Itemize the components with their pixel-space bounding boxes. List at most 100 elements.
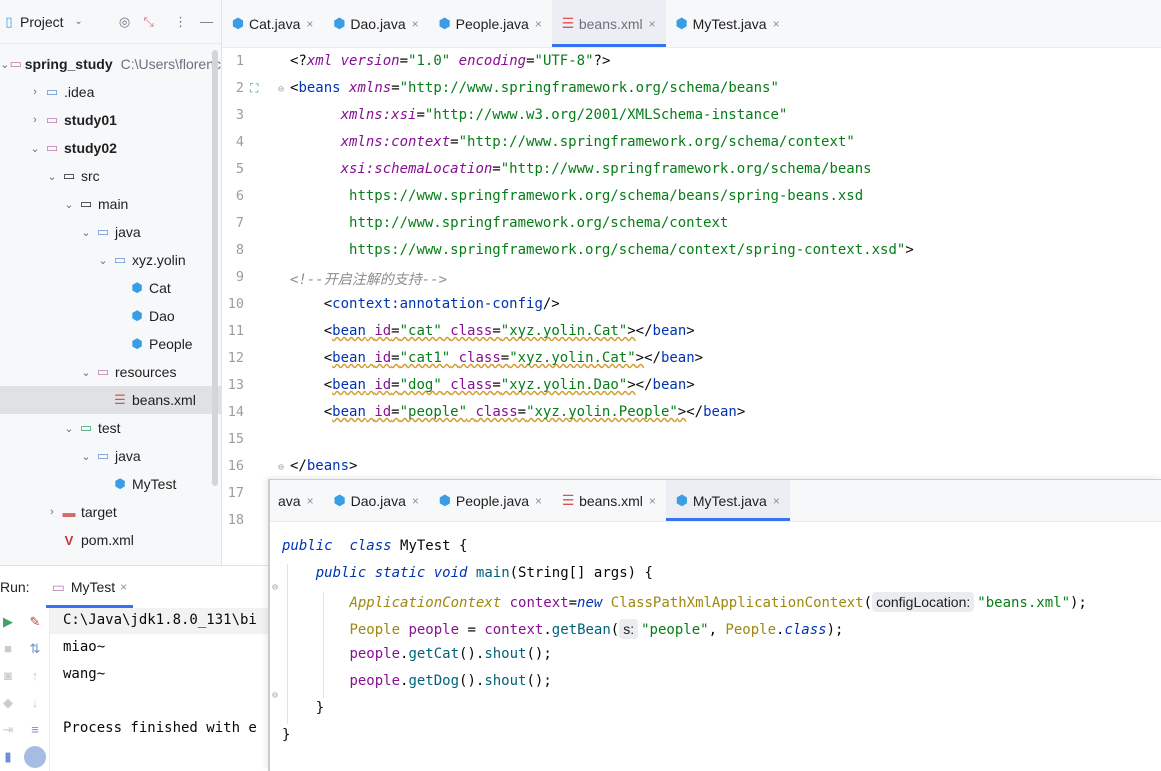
java-editor[interactable]: ⊖ ⊖ public class MyTest { public static … xyxy=(270,522,1161,771)
collapse-icon[interactable]: ⤡ xyxy=(140,14,158,30)
bean-gutter-icon[interactable]: ⛶ xyxy=(250,81,258,96)
tree-item[interactable]: ⌄ ▭ xyz.yolin xyxy=(0,246,221,274)
tree-item[interactable]: ⌄ ▭ main xyxy=(0,190,221,218)
rerun-icon[interactable]: ▶ xyxy=(0,614,16,630)
tree-item[interactable]: ⬢ Cat xyxy=(0,274,221,302)
tree-item[interactable]: ⌄ ▭ study02 xyxy=(0,134,221,162)
run-tab-label: MyTest xyxy=(70,579,116,595)
close-icon[interactable]: × xyxy=(412,494,419,508)
fold-icon[interactable]: ⊖ xyxy=(278,462,284,473)
chevron-right-icon[interactable]: › xyxy=(44,506,60,518)
chevron-down-icon[interactable]: ⌄ xyxy=(44,170,60,183)
scroll-down-icon[interactable]: ↓ xyxy=(27,695,43,710)
tree-item[interactable]: Vpom.xml xyxy=(0,526,221,554)
fold-icon[interactable]: ⊖ xyxy=(272,690,278,701)
editor-tab-label: ava xyxy=(278,492,301,509)
class-test-icon: ⬢ xyxy=(675,15,688,31)
xml-editor[interactable]: ⛶ ⊖ ⊖ 1 2 3 4 5 6 7 8 9 10 11 12 13 14 15 16 17 18 <?xml … xyxy=(222,48,1161,540)
close-icon[interactable]: × xyxy=(535,494,542,508)
editor-tab[interactable]: ☰ beans.xml × xyxy=(552,480,666,521)
project-title[interactable]: Project xyxy=(20,14,64,30)
close-icon[interactable]: × xyxy=(307,494,314,508)
run-tab-mytest[interactable]: ▭ MyTest × xyxy=(45,566,134,608)
editor-tab[interactable]: ⬢ People.java × xyxy=(429,0,552,47)
close-icon[interactable]: × xyxy=(306,17,313,31)
tree-item[interactable]: ⬢ People xyxy=(0,330,221,358)
editor-tab[interactable]: ⬢ MyTest.java × xyxy=(666,0,790,47)
editor-tab[interactable]: ⬢ Dao.java × xyxy=(323,0,428,47)
editor-tab[interactable]: ⬢ Dao.java × xyxy=(324,480,429,521)
wrap-icon[interactable]: ≡ xyxy=(27,722,43,737)
folder-icon: ▭ xyxy=(9,56,22,71)
sort-icon[interactable]: ⇅ xyxy=(27,641,43,657)
close-icon[interactable]: × xyxy=(773,494,780,508)
tree-scrollbar[interactable] xyxy=(212,50,218,486)
close-icon[interactable]: × xyxy=(120,580,127,594)
editor-tab[interactable]: ☰ beans.xml × xyxy=(551,0,666,47)
line-number: 17 xyxy=(227,485,244,501)
code-token: people xyxy=(349,646,401,662)
chevron-right-icon[interactable]: › xyxy=(27,86,43,98)
code-token: </ xyxy=(644,350,661,366)
tree-item-label: Cat xyxy=(149,280,171,296)
camera-icon[interactable]: ◙ xyxy=(0,668,16,683)
code-token: } xyxy=(282,727,291,743)
code-token: beans xyxy=(306,458,350,474)
delete-icon[interactable]: ▮ xyxy=(0,749,16,765)
chevron-down-icon[interactable]: ⌄ xyxy=(78,366,94,379)
close-icon[interactable]: × xyxy=(649,17,656,31)
chevron-down-icon[interactable]: ⌄ xyxy=(27,142,43,155)
code-token: (); xyxy=(526,646,552,662)
tree-item[interactable]: ⌄ ▭ src xyxy=(0,162,221,190)
tree-item[interactable]: ☰ beans.xml xyxy=(0,386,221,414)
tree-item[interactable]: ⌄ ▭ spring_study C:\Users\florenc xyxy=(0,50,221,78)
more-options-icon[interactable]: ⋮ xyxy=(172,14,190,30)
tree-item[interactable]: ⌄ ▭ java xyxy=(0,218,221,246)
scroll-up-icon[interactable]: ↑ xyxy=(27,668,43,683)
chevron-down-icon[interactable]: ⌄ xyxy=(78,450,94,463)
chevron-down-icon[interactable]: ⌄ xyxy=(0,58,9,71)
pin-icon[interactable]: ◆ xyxy=(0,695,16,711)
fold-icon[interactable]: ⊖ xyxy=(278,84,284,95)
chevron-down-icon[interactable]: ⌄ xyxy=(61,198,77,211)
editor-tab[interactable]: ava × xyxy=(270,480,324,521)
exit-icon[interactable]: ⇥ xyxy=(0,722,16,738)
tree-item[interactable]: › ▭ .idea xyxy=(0,78,221,106)
edit-config-icon[interactable]: ✎ xyxy=(27,614,43,630)
code-token: "cat1" xyxy=(399,350,451,366)
code-token: bean xyxy=(652,377,687,393)
chevron-right-icon[interactable]: › xyxy=(27,114,43,126)
locate-icon[interactable]: ◎ xyxy=(116,14,134,30)
editor-tabbar: ⬢ Cat.java × ⬢ Dao.java × ⬢ People.java × ☰ beans.… xyxy=(222,0,1161,48)
code-token: People xyxy=(349,622,401,638)
hide-panel-icon[interactable]: — xyxy=(198,14,216,29)
xml-icon: ☰ xyxy=(561,492,575,508)
fold-icon[interactable]: ⊖ xyxy=(272,582,278,593)
code-token: = xyxy=(399,53,409,69)
editor-tab[interactable]: ⬢ MyTest.java × xyxy=(665,480,790,521)
tree-item[interactable]: ⬢ Dao xyxy=(0,302,221,330)
chevron-down-icon[interactable]: ⌄ xyxy=(95,254,111,267)
folder-module-icon: ▭ xyxy=(45,140,59,155)
project-panel: ▯ Project ⌄ ◎ ⤡ ⋮ — ⌄ ▭ spring_study C:\Use… xyxy=(0,0,222,565)
chevron-down-icon[interactable]: ⌄ xyxy=(61,422,77,435)
tree-item[interactable]: ⌄ ▭ java xyxy=(0,442,221,470)
editor-tab[interactable]: ⬢ People.java × xyxy=(429,480,552,521)
project-view-icon[interactable]: ▯ xyxy=(0,14,18,30)
code-token: class xyxy=(349,538,392,554)
tree-item[interactable]: ⌄ ▭ resources xyxy=(0,358,221,386)
chevron-down-icon[interactable]: ⌄ xyxy=(70,16,88,27)
tree-item[interactable]: › ▬ target xyxy=(0,498,221,526)
close-icon[interactable]: × xyxy=(535,17,542,31)
tree-item[interactable]: ⬢ MyTest xyxy=(0,470,221,498)
chevron-down-icon[interactable]: ⌄ xyxy=(78,226,94,239)
editor-tab[interactable]: ⬢ Cat.java × xyxy=(222,0,323,47)
tree-item[interactable]: › ▭ study01 xyxy=(0,106,221,134)
close-icon[interactable]: × xyxy=(649,494,656,508)
stop-icon[interactable]: ■ xyxy=(0,641,16,656)
close-icon[interactable]: × xyxy=(773,17,780,31)
line-number: 14 xyxy=(227,404,244,420)
tree-item[interactable]: ⌄ ▭ test xyxy=(0,414,221,442)
close-icon[interactable]: × xyxy=(412,17,419,31)
